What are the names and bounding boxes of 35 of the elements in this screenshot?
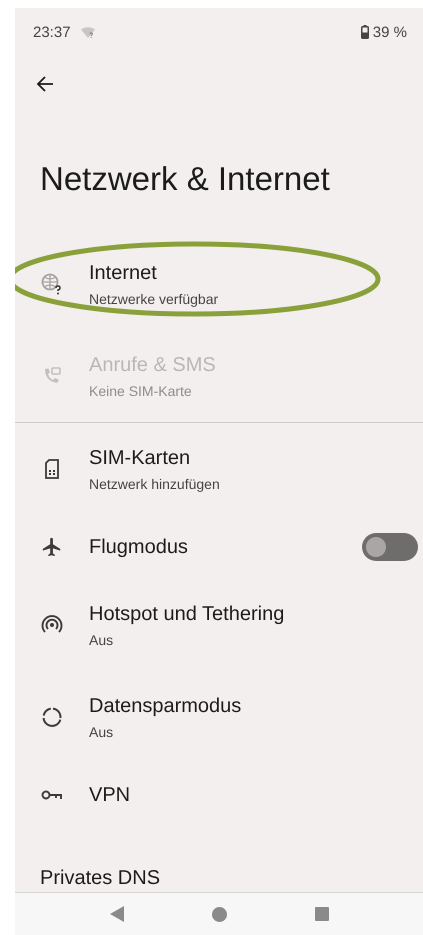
item-title: Privates DNS	[40, 867, 162, 890]
phone-message-icon	[42, 366, 62, 386]
settings-item[interactable]: SIM-Karten Netzwerk hinzufügen	[15, 423, 423, 515]
recents-nav-icon[interactable]	[315, 907, 330, 921]
back-nav-icon[interactable]	[108, 906, 125, 922]
item-title: SIM-Karten	[89, 446, 192, 470]
item-title: Datensparmodus	[89, 694, 242, 718]
settings-item[interactable]: VPN	[15, 763, 423, 827]
item-subtitle: Aus	[89, 724, 114, 740]
settings-item[interactable]: Hotspot und Tethering Aus	[15, 579, 423, 671]
wifi-question-icon	[80, 26, 95, 38]
home-nav-icon[interactable]	[212, 906, 228, 922]
settings-item[interactable]: Flugmodus	[15, 515, 423, 579]
settings-item[interactable]: Datensparmodus Aus	[15, 671, 423, 763]
item-subtitle: Aus	[89, 632, 114, 648]
sim-card-icon	[44, 459, 60, 479]
settings-item[interactable]: Privates DNS	[15, 827, 423, 892]
data-saver-icon	[41, 706, 63, 728]
item-title: VPN	[89, 784, 132, 806]
item-title: Hotspot und Tethering	[89, 602, 286, 626]
item-subtitle: Keine SIM-Karte	[89, 382, 193, 398]
item-subtitle: Netzwerke verfügbar	[89, 290, 220, 306]
key-icon	[41, 788, 63, 802]
page-title: Netzwerk & Internet	[40, 160, 331, 198]
globe-question-icon	[41, 273, 63, 295]
item-subtitle: Netzwerk hinzufügen	[89, 476, 221, 492]
airplane-icon	[41, 536, 63, 558]
battery-icon	[360, 25, 369, 39]
toggle-switch[interactable]	[362, 533, 418, 561]
battery-percentage: 39 %	[372, 24, 407, 40]
status-time: 23:37	[33, 24, 71, 40]
item-title: Internet	[89, 262, 158, 284]
item-title: Anrufe & SMS	[89, 354, 217, 376]
item-title: Flugmodus	[89, 536, 189, 558]
settings-item[interactable]: Internet Netzwerke verfügbar	[15, 238, 423, 330]
